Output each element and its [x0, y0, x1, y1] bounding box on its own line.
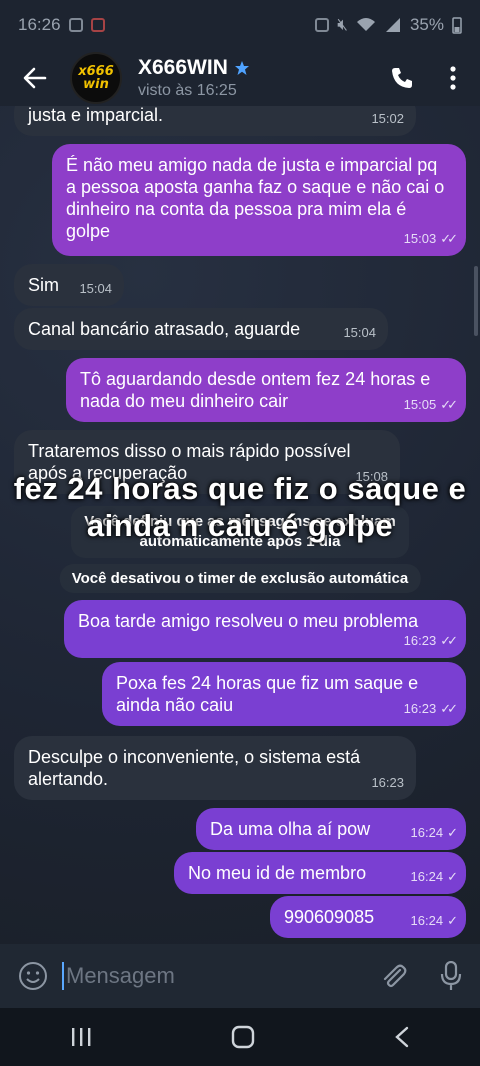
status-bar: 16:26 🔇︎ 35% [0, 0, 480, 50]
message-input-placeholder: Mensagem [66, 963, 175, 988]
message-time: 16:23 [403, 701, 437, 716]
status-time: 16:26 [18, 15, 61, 34]
last-seen: visto às 16:25 [138, 82, 237, 99]
mute-icon: 🔇︎ [337, 15, 348, 34]
message-outgoing[interactable]: 990609085 16:24 ✓ [270, 896, 466, 938]
arrow-left-icon [23, 67, 47, 89]
message-outgoing[interactable]: No meu id de membro 16:24 ✓ [174, 852, 466, 894]
check-icon: ✓ [447, 913, 458, 928]
chat-title: X666WIN [138, 56, 228, 79]
message-time: 15:04 [79, 281, 112, 296]
message-time: 16:23 [403, 633, 437, 648]
message-incoming[interactable]: Desculpe o inconveniente, o sistema está… [14, 736, 416, 800]
star-icon [234, 61, 249, 75]
check-icon: ✓ [447, 869, 458, 884]
message-outgoing[interactable]: Tô aguardando desde ontem fez 24 horas e… [66, 358, 466, 422]
message-text: Canal bancário atrasado, aguarde [28, 319, 301, 339]
message-incoming[interactable]: justa e imparcial. 15:02 [14, 106, 416, 136]
message-outgoing[interactable]: Boa tarde amigo resolveu o meu problema … [64, 600, 466, 658]
phone-icon[interactable] [390, 66, 414, 90]
chat-title-block[interactable]: X666WIN visto às 16:25 [138, 56, 250, 100]
message-text: Da uma olha aí pow [210, 819, 371, 839]
check-icon: ✓ [447, 825, 458, 840]
battery-level: 35% [409, 15, 444, 34]
message-time: 16:24 [410, 869, 444, 884]
message-text: É não meu amigo nada de justa e imparcia… [66, 155, 445, 241]
message-list[interactable]: justa e imparcial. 15:02 É não meu amigo… [0, 106, 480, 944]
message-time: 15:04 [343, 325, 376, 340]
battery-icon [452, 17, 462, 34]
message-outgoing[interactable]: Da uma olha aí pow 16:24 ✓ [196, 808, 466, 850]
message-outgoing[interactable]: É não meu amigo nada de justa e imparcia… [52, 144, 466, 256]
message-text: Tô aguardando desde ontem fez 24 horas e… [80, 369, 431, 411]
message-time: 16:24 [410, 825, 444, 840]
microphone-icon[interactable] [440, 961, 462, 991]
message-time: 16:24 [410, 913, 444, 928]
message-time: 15:02 [371, 111, 404, 126]
message-time: 15:05 [403, 397, 437, 412]
more-vertical-icon[interactable] [450, 66, 456, 90]
back-nav-icon[interactable] [394, 1026, 410, 1048]
home-icon[interactable] [231, 1025, 255, 1049]
message-text: No meu id de membro [188, 863, 367, 883]
double-check-icon: ✓✓ [440, 701, 458, 716]
notification-icon [68, 18, 83, 32]
wifi-icon [356, 18, 375, 31]
message-text: justa e imparcial. [28, 106, 164, 125]
message-time: 15:03 [403, 231, 437, 246]
composer: Mensagem [0, 944, 480, 1008]
message-text: 990609085 [284, 907, 375, 927]
emoji-icon[interactable] [18, 961, 48, 991]
recent-apps-icon[interactable] [70, 1027, 92, 1047]
text-cursor [62, 962, 64, 990]
service-text: Você desativou o timer de exclusão autom… [71, 570, 409, 587]
message-incoming[interactable]: Canal bancário atrasado, aguarde 15:04 [14, 308, 388, 350]
alarm-icon [315, 18, 330, 32]
signal-icon [385, 18, 400, 32]
attach-icon[interactable] [380, 962, 408, 990]
avatar-logo-text-2: win [83, 77, 109, 92]
message-outgoing[interactable]: Poxa fes 24 horas que fiz um saque e ain… [102, 662, 466, 726]
back-button[interactable] [0, 67, 70, 89]
message-text: Poxa fes 24 horas que fiz um saque e ain… [116, 673, 419, 715]
message-text: Sim [28, 275, 59, 295]
message-incoming[interactable]: Sim 15:04 [14, 264, 124, 306]
message-text: Desculpe o inconveniente, o sistema está… [28, 747, 361, 789]
message-time: 16:23 [371, 775, 404, 790]
avatar[interactable]: x666 win [70, 52, 122, 104]
service-message: Você desativou o timer de exclusão autom… [59, 564, 421, 593]
app-notification-icon [90, 18, 105, 32]
chat-header: x666 win X666WIN visto às 16:25 [0, 50, 480, 106]
caption-overlay: fez 24 horas que fiz o saque e ainda n c… [13, 471, 467, 543]
double-check-icon: ✓✓ [440, 231, 458, 246]
message-input[interactable]: Mensagem [62, 962, 380, 990]
scrollbar[interactable] [474, 266, 478, 336]
message-text: Boa tarde amigo resolveu o meu problema [78, 611, 419, 631]
double-check-icon: ✓✓ [440, 397, 458, 412]
double-check-icon: ✓✓ [440, 633, 458, 648]
system-nav-bar [0, 1008, 480, 1066]
